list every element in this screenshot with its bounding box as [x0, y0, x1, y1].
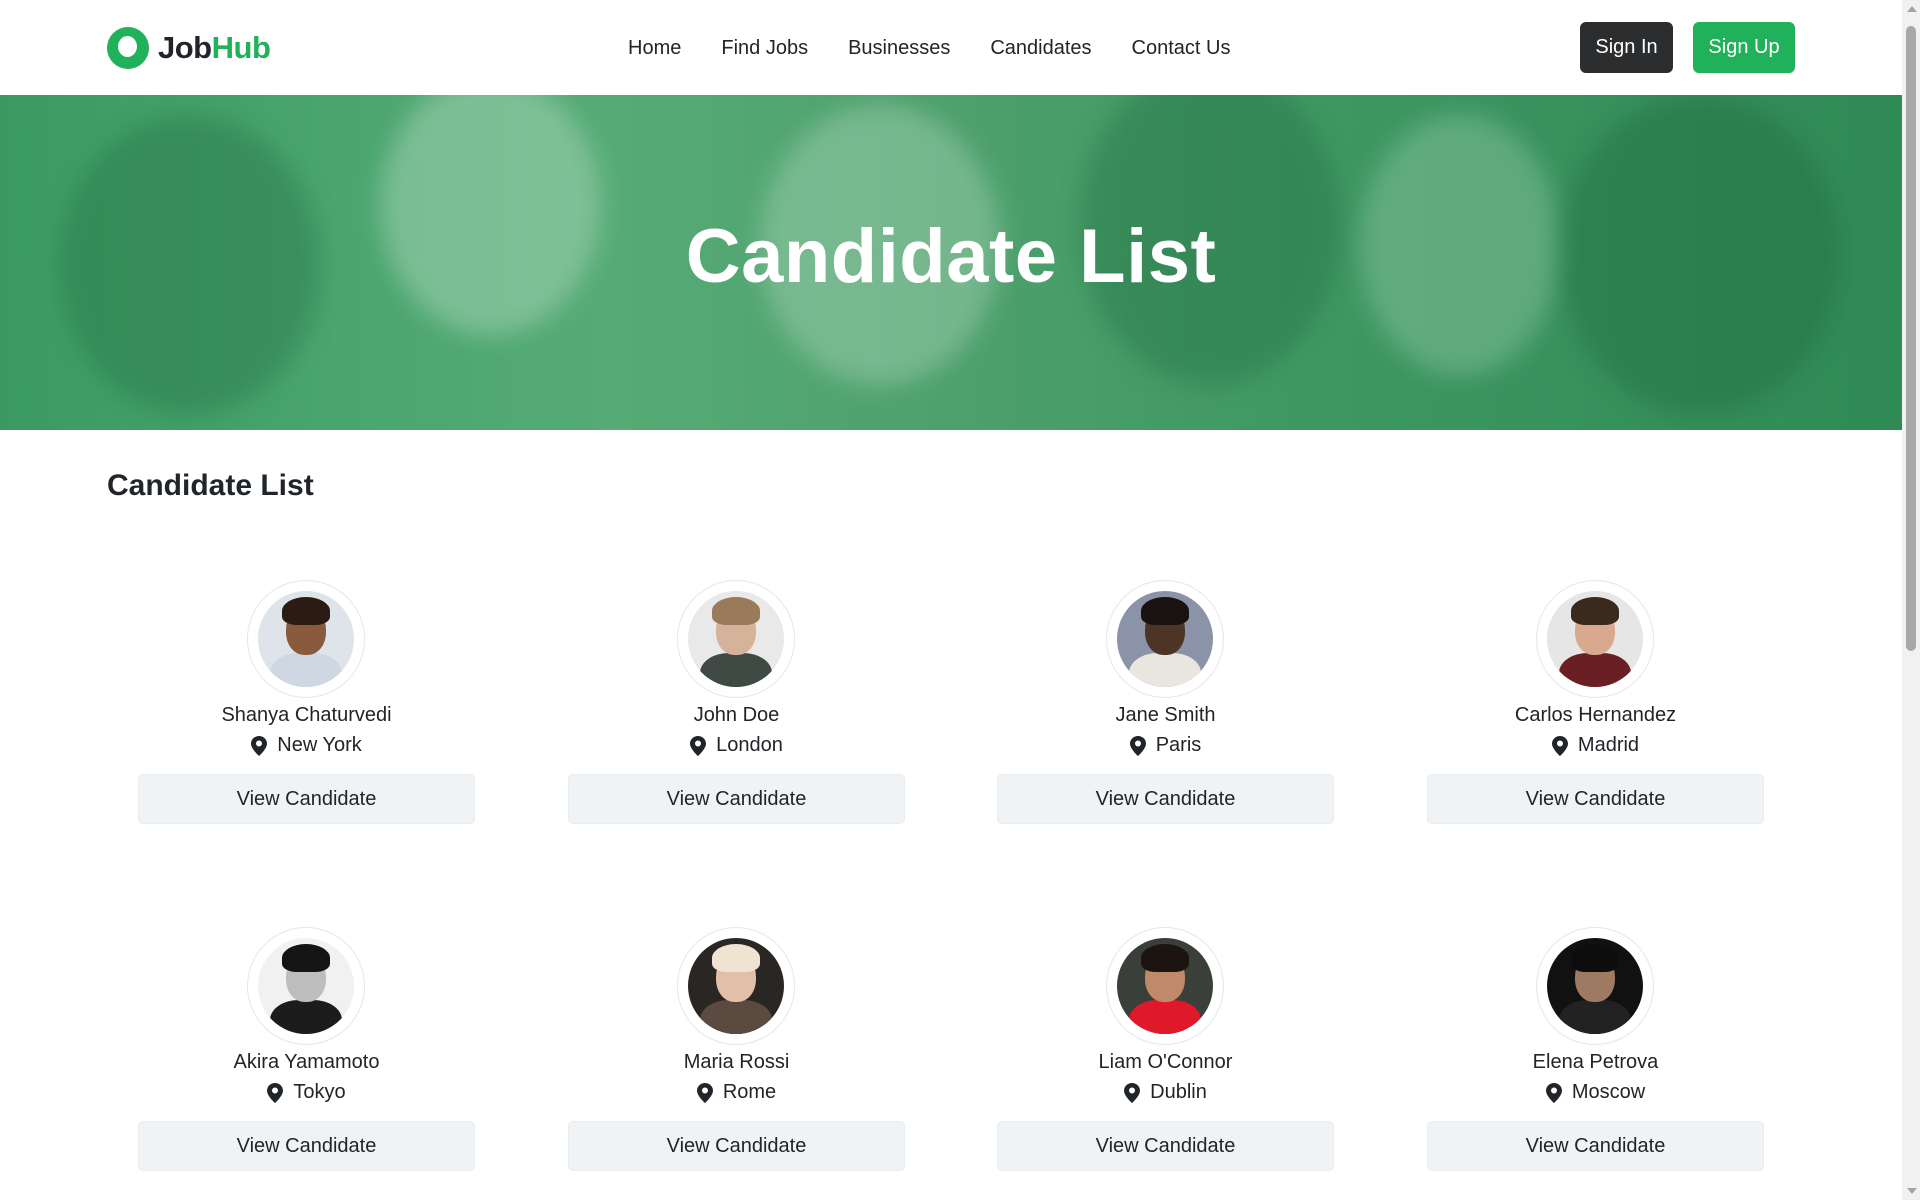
- location-label: Madrid: [1577, 734, 1640, 756]
- view-candidate-button[interactable]: View Candidate: [997, 1121, 1334, 1171]
- candidate-location: Rome: [568, 1081, 905, 1104]
- location-pin-icon: [1124, 1082, 1141, 1103]
- candidate-name: Carlos Hernandez: [1514, 704, 1677, 726]
- brand-name: JobHub: [158, 27, 271, 69]
- location-pin-icon: [1545, 1082, 1562, 1103]
- location-label: Moscow: [1571, 1081, 1646, 1103]
- avatar: [1536, 580, 1654, 698]
- location-pin-icon: [1129, 735, 1146, 756]
- scrollbar-thumb[interactable]: [1906, 26, 1916, 651]
- candidate-name: John Doe: [693, 704, 780, 726]
- view-candidate-button[interactable]: View Candidate: [138, 774, 475, 824]
- nav-home[interactable]: Home: [628, 24, 681, 72]
- view-candidate-button[interactable]: View Candidate: [997, 774, 1334, 824]
- location-pin-icon: [267, 1082, 284, 1103]
- main-nav: Home Find Jobs Businesses Candidates Con…: [608, 24, 1250, 72]
- hero-banner: Candidate List: [0, 95, 1902, 430]
- candidate-location: Madrid: [1427, 734, 1764, 757]
- candidate-name: Jane Smith: [1115, 704, 1216, 726]
- nav-businesses[interactable]: Businesses: [848, 24, 950, 72]
- candidate-name: Akira Yamamoto: [233, 1051, 380, 1073]
- scroll-up-arrow-icon[interactable]: [1907, 6, 1917, 12]
- nav-contact-us[interactable]: Contact Us: [1132, 24, 1231, 72]
- candidate-location: New York: [138, 734, 475, 757]
- view-candidate-button[interactable]: View Candidate: [1427, 1121, 1764, 1171]
- candidate-location: Moscow: [1427, 1081, 1764, 1104]
- brand-name-part2: Hub: [211, 30, 271, 65]
- location-label: Tokyo: [293, 1081, 346, 1103]
- candidate-location: London: [568, 734, 905, 757]
- candidate-location: Tokyo: [138, 1081, 475, 1104]
- candidate-name: Shanya Chaturvedi: [221, 704, 392, 726]
- hero-title: Candidate List: [685, 214, 1217, 299]
- candidate-location: Paris: [997, 734, 1334, 757]
- view-candidate-button[interactable]: View Candidate: [1427, 774, 1764, 824]
- avatar: [677, 927, 795, 1045]
- avatar: [1106, 580, 1224, 698]
- avatar: [1536, 927, 1654, 1045]
- view-candidate-button[interactable]: View Candidate: [568, 774, 905, 824]
- location-pin-icon: [251, 735, 268, 756]
- location-label: Dublin: [1150, 1081, 1207, 1103]
- vertical-scrollbar[interactable]: [1902, 0, 1920, 1200]
- sign-up-button[interactable]: Sign Up: [1693, 22, 1795, 73]
- nav-candidates[interactable]: Candidates: [990, 24, 1091, 72]
- avatar: [1106, 927, 1224, 1045]
- sign-in-button[interactable]: Sign In: [1580, 22, 1673, 73]
- avatar: [247, 580, 365, 698]
- location-pin-icon: [1551, 735, 1568, 756]
- location-label: Rome: [722, 1081, 777, 1103]
- scroll-down-arrow-icon[interactable]: [1907, 1188, 1917, 1194]
- location-pin-icon: [696, 1082, 713, 1103]
- nav-find-jobs[interactable]: Find Jobs: [721, 24, 808, 72]
- brand-name-part1: Job: [158, 30, 212, 65]
- location-label: London: [716, 734, 783, 756]
- site-header: JobHub Home Find Jobs Businesses Candida…: [0, 0, 1902, 95]
- candidate-location: Dublin: [997, 1081, 1334, 1104]
- view-candidate-button[interactable]: View Candidate: [138, 1121, 475, 1171]
- section-title: Candidate List: [107, 469, 314, 502]
- avatar: [247, 927, 365, 1045]
- avatar: [677, 580, 795, 698]
- logo-icon: [107, 27, 149, 69]
- location-label: New York: [277, 734, 362, 756]
- location-pin-icon: [690, 735, 707, 756]
- candidate-name: Elena Petrova: [1532, 1051, 1659, 1073]
- candidate-name: Liam O'Connor: [1098, 1051, 1233, 1073]
- view-candidate-button[interactable]: View Candidate: [568, 1121, 905, 1171]
- candidate-name: Maria Rossi: [683, 1051, 790, 1073]
- location-label: Paris: [1155, 734, 1202, 756]
- page: JobHub Home Find Jobs Businesses Candida…: [0, 0, 1902, 1200]
- brand-logo[interactable]: JobHub: [107, 27, 271, 69]
